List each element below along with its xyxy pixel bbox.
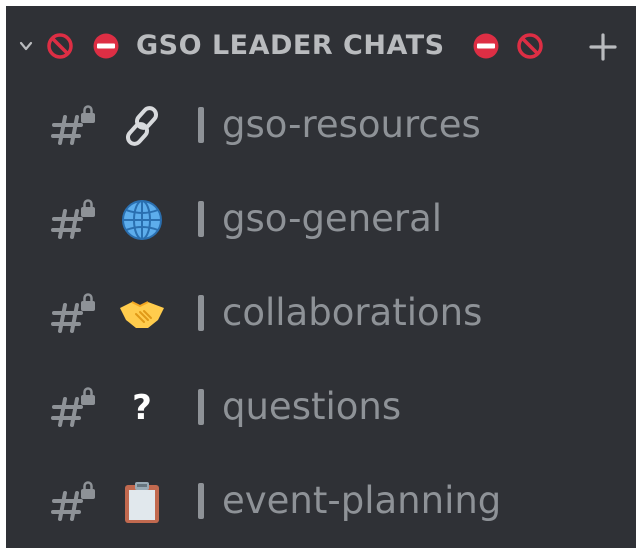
plus-icon[interactable] bbox=[588, 32, 618, 62]
locked-hash-icon bbox=[51, 105, 95, 145]
chevron-down-icon[interactable] bbox=[18, 38, 34, 54]
no-entry-icon bbox=[93, 33, 119, 59]
channel-item-event-planning[interactable]: event-planning bbox=[6, 465, 636, 537]
locked-hash-icon bbox=[51, 199, 95, 239]
locked-hash-icon bbox=[51, 387, 95, 427]
handshake-icon bbox=[118, 290, 166, 338]
channel-name: event-planning bbox=[222, 479, 502, 522]
clipboard-icon bbox=[118, 478, 166, 526]
question-mark-icon: ? bbox=[132, 388, 152, 428]
channel-sidebar: GSO LEADER CHATS gso-resources gso-gener… bbox=[6, 6, 636, 548]
channel-divider bbox=[198, 201, 204, 237]
category-header-gso-leader-chats[interactable]: GSO LEADER CHATS bbox=[6, 16, 636, 76]
channel-name: questions bbox=[222, 385, 402, 428]
no-entry-sign-icon bbox=[47, 33, 73, 59]
channel-item-collaborations[interactable]: collaborations bbox=[6, 277, 636, 349]
globe-icon bbox=[118, 196, 166, 244]
channel-name: collaborations bbox=[222, 291, 483, 334]
no-entry-sign-icon bbox=[517, 33, 543, 59]
no-entry-icon bbox=[473, 33, 499, 59]
locked-hash-icon bbox=[51, 481, 95, 521]
channel-divider bbox=[198, 389, 204, 425]
channel-item-gso-resources[interactable]: gso-resources bbox=[6, 89, 636, 161]
channel-divider bbox=[198, 483, 204, 519]
channel-item-gso-general[interactable]: gso-general bbox=[6, 183, 636, 255]
link-icon bbox=[118, 102, 166, 150]
category-title: GSO LEADER CHATS bbox=[136, 30, 445, 61]
channel-divider bbox=[198, 295, 204, 331]
channel-item-questions[interactable]: ? questions bbox=[6, 371, 636, 443]
channel-name: gso-general bbox=[222, 197, 443, 240]
channel-divider bbox=[198, 107, 204, 143]
locked-hash-icon bbox=[51, 293, 95, 333]
channel-name: gso-resources bbox=[222, 103, 481, 146]
